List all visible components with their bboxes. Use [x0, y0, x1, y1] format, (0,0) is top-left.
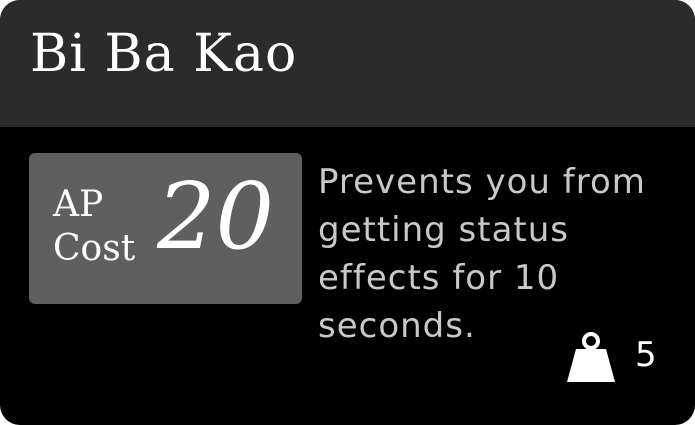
- weight-icon: [567, 332, 615, 382]
- ap-cost-label-line2: Cost: [53, 228, 136, 269]
- weight-indicator: 5: [565, 330, 665, 386]
- weight-value: 5: [635, 335, 657, 375]
- ap-cost-label: AP Cost: [53, 183, 153, 271]
- ability-title: Bi Ba Kao: [30, 24, 298, 84]
- card-header: Bi Ba Kao: [0, 0, 695, 127]
- ability-description: Prevents you from getting status effects…: [318, 162, 646, 346]
- ap-cost-box: AP Cost 20: [29, 153, 302, 304]
- ap-cost-label-line1: AP: [53, 184, 104, 225]
- ability-card: Bi Ba Kao AP Cost 20 Prevents you from g…: [0, 0, 695, 425]
- ap-cost-value: 20: [157, 163, 275, 270]
